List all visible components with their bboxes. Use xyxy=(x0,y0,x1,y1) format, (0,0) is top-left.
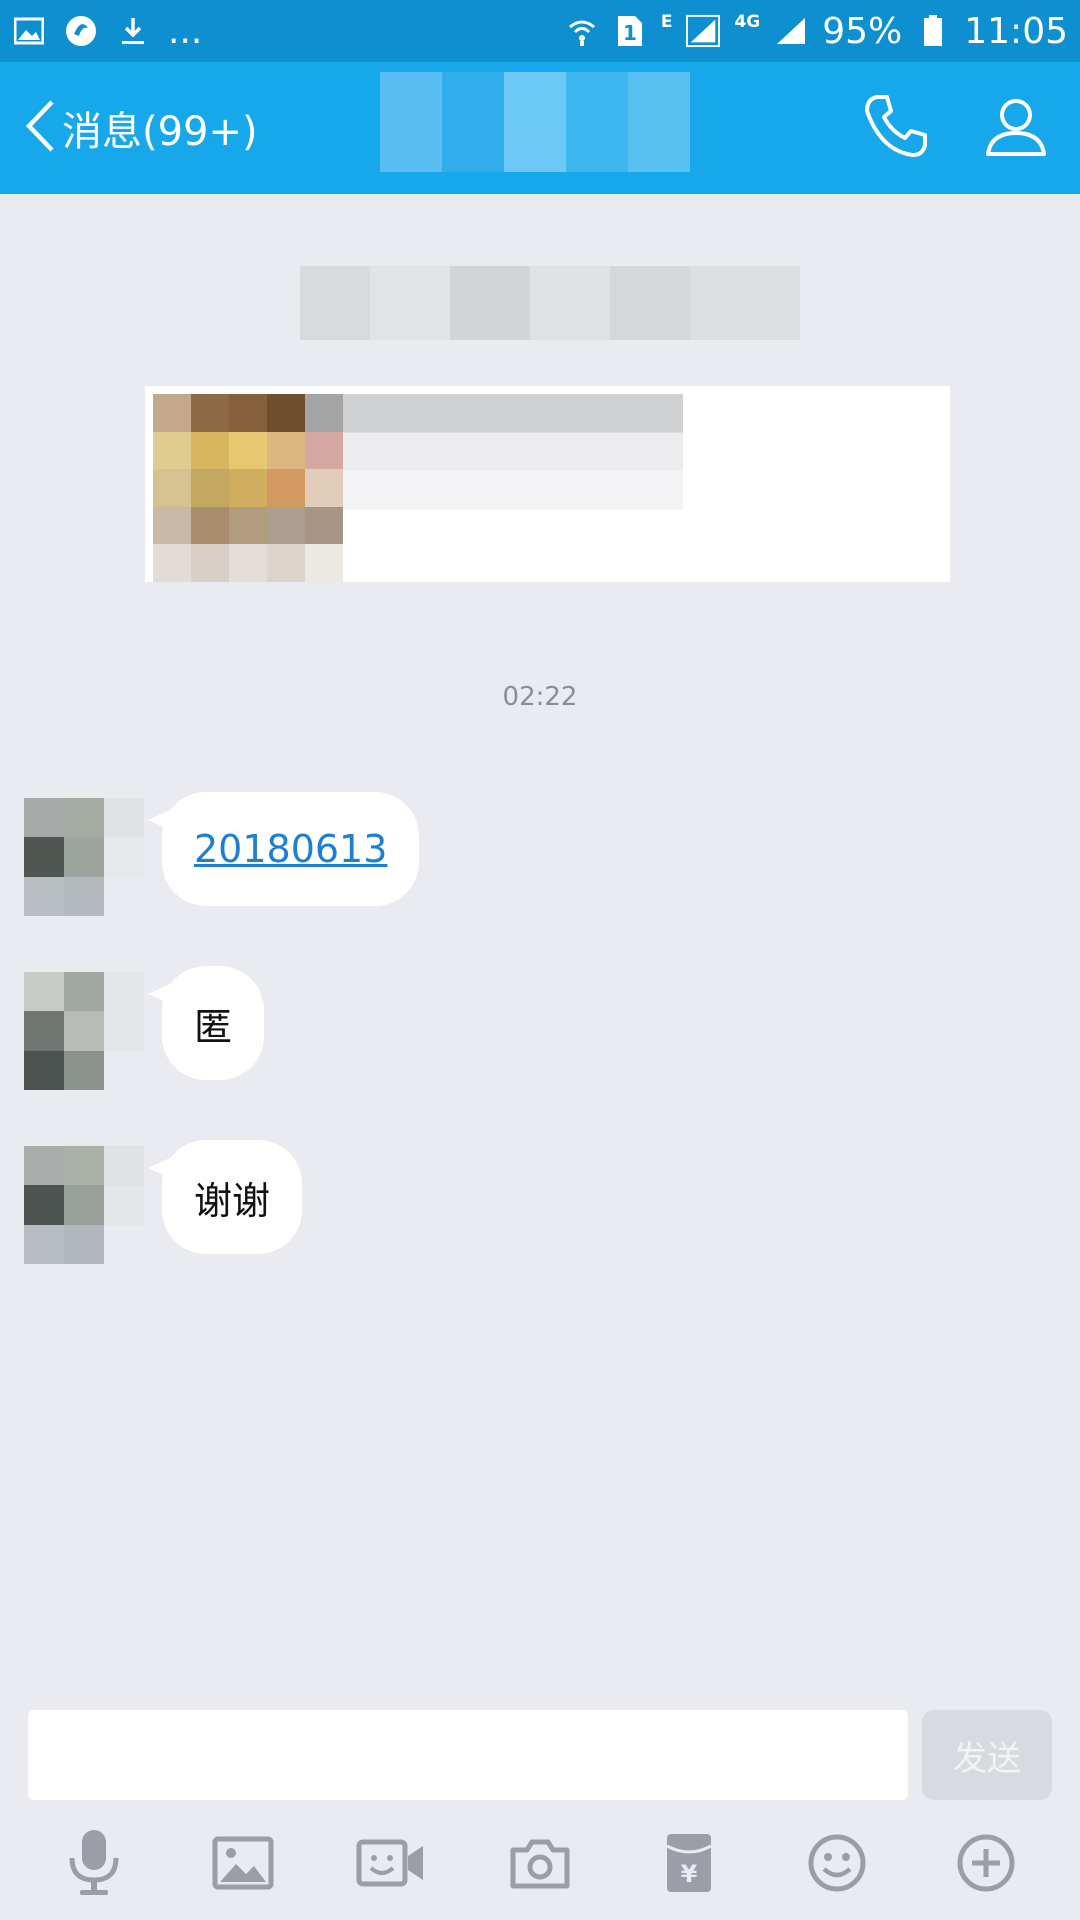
message-bubble[interactable]: 20180613 xyxy=(147,792,420,906)
red-packet-button[interactable]: ¥ xyxy=(644,1820,734,1910)
list-item: 谢谢 xyxy=(24,1140,303,1264)
voice-message-button[interactable] xyxy=(49,1820,139,1910)
chevron-left-icon xyxy=(24,99,56,157)
status-bar: ... 1 E 4G 95% 11:05 xyxy=(0,0,1080,62)
photo-button[interactable] xyxy=(198,1820,288,1910)
avatar[interactable] xyxy=(24,798,144,916)
network-type-e: E xyxy=(660,12,673,32)
message-link[interactable]: 20180613 xyxy=(194,827,387,871)
svg-text:1: 1 xyxy=(623,21,637,45)
composer: 发送 xyxy=(0,1700,1080,1810)
signal-strength-icon xyxy=(774,14,808,48)
message-input[interactable] xyxy=(28,1710,908,1800)
card-thumbnail xyxy=(153,394,343,582)
message-bubble[interactable]: 谢谢 xyxy=(147,1140,303,1254)
message-timestamp: 02:22 xyxy=(502,682,578,712)
sim-1-icon: 1 xyxy=(613,14,647,48)
back-label: 消息(99+) xyxy=(62,109,258,155)
video-call-button[interactable] xyxy=(346,1820,436,1910)
battery-icon xyxy=(916,14,950,48)
download-icon xyxy=(116,14,150,48)
microphone-icon xyxy=(66,1828,122,1902)
message-text: 匿 xyxy=(194,1004,233,1049)
video-call-icon xyxy=(356,1836,426,1894)
network-type-4g: 4G xyxy=(734,12,761,32)
wifi-icon xyxy=(565,14,599,48)
back-button[interactable]: 消息(99+) xyxy=(0,62,258,194)
clock: 11:05 xyxy=(964,10,1068,52)
composer-toolbar: ¥ xyxy=(0,1810,1080,1920)
message-list[interactable]: 02:22 20180613 匿 谢谢 xyxy=(0,194,1080,1694)
gallery-icon xyxy=(12,14,46,48)
list-item: 20180613 xyxy=(24,792,420,916)
camera-icon xyxy=(509,1836,571,1894)
more-options-button[interactable] xyxy=(941,1820,1031,1910)
more-notifications: ... xyxy=(168,10,203,52)
emoji-button[interactable] xyxy=(792,1820,882,1910)
battery-percent: 95% xyxy=(822,10,903,52)
image-icon xyxy=(212,1836,274,1894)
pixelated-header xyxy=(300,266,800,340)
red-packet-icon: ¥ xyxy=(665,1832,713,1898)
person-icon xyxy=(985,95,1047,161)
avatar[interactable] xyxy=(24,972,144,1090)
chat-screen: ... 1 E 4G 95% 11:05 消息(99+) 02:22 20180… xyxy=(0,0,1080,1920)
message-bubble[interactable]: 匿 xyxy=(147,966,265,1080)
plus-icon xyxy=(956,1833,1016,1897)
message-text: 谢谢 xyxy=(194,1178,271,1223)
signal-icon xyxy=(686,14,721,48)
contact-profile-button[interactable] xyxy=(980,92,1052,164)
voice-call-button[interactable] xyxy=(860,92,932,164)
send-button[interactable]: 发送 xyxy=(922,1710,1052,1800)
list-item: 匿 xyxy=(24,966,265,1090)
contact-name-pixelated xyxy=(380,72,690,172)
phone-icon xyxy=(863,93,929,163)
shared-card-pixelated[interactable] xyxy=(145,386,950,582)
avatar[interactable] xyxy=(24,1146,144,1264)
camera-button[interactable] xyxy=(495,1820,585,1910)
emoji-icon xyxy=(807,1833,867,1897)
card-text-pixelated xyxy=(343,394,683,510)
svg-text:¥: ¥ xyxy=(680,1860,697,1888)
browser-icon xyxy=(64,14,98,48)
title-bar: 消息(99+) xyxy=(0,62,1080,194)
